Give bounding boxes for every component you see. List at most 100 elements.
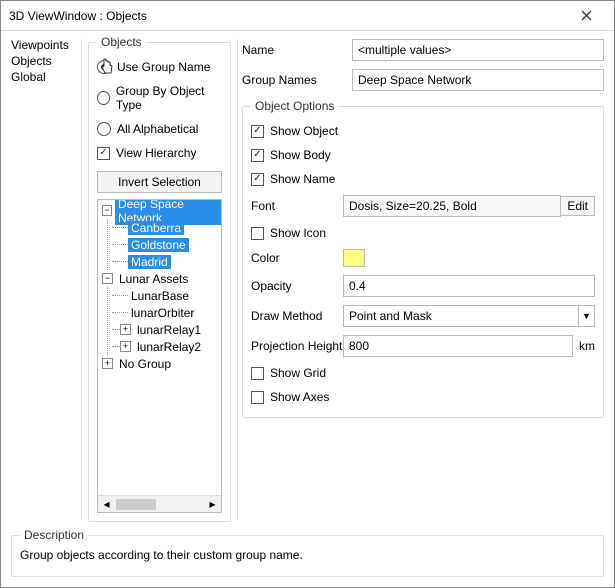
radio-use-group-name-label: Use Group Name xyxy=(117,60,210,74)
main-row: Viewpoints Objects Global Objects Use Gr… xyxy=(1,31,614,528)
row-show-grid[interactable]: Show Grid xyxy=(251,361,595,385)
check-show-name[interactable] xyxy=(251,173,264,186)
label-show-axes: Show Axes xyxy=(270,390,329,404)
radio-all-alpha-label: All Alphabetical xyxy=(117,122,198,136)
tree-item-madrid[interactable]: Madrid xyxy=(108,253,221,270)
collapse-icon[interactable]: − xyxy=(102,273,113,284)
hand-cursor-icon xyxy=(99,57,115,78)
label-show-name: Show Name xyxy=(270,172,335,186)
tree-item-goldstone[interactable]: Goldstone xyxy=(108,236,221,253)
row-name: Name xyxy=(242,35,604,65)
description-wrap: Description Group objects according to t… xyxy=(1,528,614,587)
description-legend: Description xyxy=(20,528,88,542)
row-color: Color xyxy=(251,245,595,271)
select-draw-method[interactable]: Point and Mask ▼ xyxy=(343,305,595,327)
label-show-icon: Show Icon xyxy=(270,226,326,240)
input-group-names[interactable] xyxy=(352,69,604,91)
tree-item-lunarrelay2[interactable]: +lunarRelay2 xyxy=(108,338,221,355)
tree-item-lunarorbiter[interactable]: lunarOrbiter xyxy=(108,304,221,321)
label-group-names: Group Names xyxy=(242,73,352,87)
close-icon xyxy=(581,10,592,21)
font-edit-button[interactable]: Edit xyxy=(560,196,595,216)
left-nav: Viewpoints Objects Global xyxy=(1,31,81,528)
label-projection-height: Projection Height xyxy=(251,339,343,353)
objects-fieldset: Objects Use Group Name Group By Object T… xyxy=(88,35,231,522)
input-name[interactable] xyxy=(352,39,604,61)
row-projection-height: Projection Height km xyxy=(251,331,595,361)
nav-global[interactable]: Global xyxy=(5,69,77,85)
tree-label-no-group[interactable]: No Group xyxy=(116,357,174,371)
tree-item-lunarrelay1[interactable]: +lunarRelay1 xyxy=(108,321,221,338)
expand-icon[interactable]: + xyxy=(102,358,113,369)
input-opacity[interactable] xyxy=(343,275,595,297)
invert-selection-button[interactable]: Invert Selection xyxy=(97,171,222,193)
check-show-body[interactable] xyxy=(251,149,264,162)
radio-use-group-name-row[interactable]: Use Group Name xyxy=(97,55,222,79)
tree-label-lunarrelay2[interactable]: lunarRelay2 xyxy=(134,340,204,354)
tree-label-lunarrelay1[interactable]: lunarRelay1 xyxy=(134,323,204,337)
check-show-grid[interactable] xyxy=(251,367,264,380)
label-projection-height-unit: km xyxy=(579,339,595,353)
check-show-axes[interactable] xyxy=(251,391,264,404)
objects-legend: Objects xyxy=(97,35,146,49)
tree-horizontal-scrollbar[interactable]: ◂ ▸ xyxy=(98,495,221,512)
window-title: 3D ViewWindow : Objects xyxy=(9,9,566,23)
close-button[interactable] xyxy=(566,1,606,30)
tree-group-lunar-assets[interactable]: − Lunar Assets xyxy=(98,270,221,287)
check-show-icon[interactable] xyxy=(251,227,264,240)
dialog-body: Viewpoints Objects Global Objects Use Gr… xyxy=(1,31,614,587)
tree-label-lunarbase[interactable]: LunarBase xyxy=(128,289,192,303)
radio-group-by-type-label: Group By Object Type xyxy=(116,84,222,112)
tree-label-canberra[interactable]: Canberra xyxy=(128,221,184,235)
objects-column: Objects Use Group Name Group By Object T… xyxy=(82,31,237,528)
row-show-name[interactable]: Show Name xyxy=(251,167,595,191)
dialog-window: 3D ViewWindow : Objects Viewpoints Objec… xyxy=(0,0,615,588)
check-view-hierarchy[interactable] xyxy=(97,147,110,160)
label-color: Color xyxy=(251,251,343,265)
row-group-names: Group Names xyxy=(242,65,604,95)
row-show-object[interactable]: Show Object xyxy=(251,119,595,143)
object-options-fieldset: Object Options Show Object Show Body Sho… xyxy=(242,99,604,418)
tree-label-lunarorbiter[interactable]: lunarOrbiter xyxy=(128,306,197,320)
radio-group-by-type-row[interactable]: Group By Object Type xyxy=(97,79,222,117)
tree-label-goldstone[interactable]: Goldstone xyxy=(128,238,189,252)
nav-viewpoints[interactable]: Viewpoints xyxy=(5,37,77,53)
row-show-axes[interactable]: Show Axes xyxy=(251,385,595,409)
label-show-object: Show Object xyxy=(270,124,338,138)
description-fieldset: Description Group objects according to t… xyxy=(11,528,604,577)
check-view-hierarchy-row[interactable]: View Hierarchy xyxy=(97,141,222,165)
dropdown-arrow-icon: ▼ xyxy=(578,306,594,326)
check-show-object[interactable] xyxy=(251,125,264,138)
collapse-icon[interactable]: − xyxy=(102,205,112,216)
radio-all-alpha-row[interactable]: All Alphabetical xyxy=(97,117,222,141)
tree-container: − Deep Space Network Canberra Goldstone … xyxy=(97,199,222,513)
radio-all-alpha[interactable] xyxy=(97,122,111,136)
row-show-icon[interactable]: Show Icon xyxy=(251,221,595,245)
label-name: Name xyxy=(242,43,352,57)
scroll-thumb[interactable] xyxy=(116,499,156,510)
input-projection-height[interactable] xyxy=(343,335,573,357)
input-font xyxy=(343,195,561,217)
nav-objects[interactable]: Objects xyxy=(5,53,77,69)
tree-label-lunar-assets[interactable]: Lunar Assets xyxy=(116,272,191,286)
check-view-hierarchy-label: View Hierarchy xyxy=(116,146,196,160)
expand-icon[interactable]: + xyxy=(120,341,131,352)
scroll-left-arrow-icon[interactable]: ◂ xyxy=(98,496,115,512)
tree-item-lunarbase[interactable]: LunarBase xyxy=(108,287,221,304)
row-opacity: Opacity xyxy=(251,271,595,301)
radio-group-by-type[interactable] xyxy=(97,91,110,105)
expand-icon[interactable]: + xyxy=(120,324,131,335)
label-show-body: Show Body xyxy=(270,148,331,162)
label-opacity: Opacity xyxy=(251,279,343,293)
tree-group-no-group[interactable]: + No Group xyxy=(98,355,221,372)
tree-group-deep-space[interactable]: − Deep Space Network xyxy=(98,202,221,219)
color-swatch[interactable] xyxy=(343,249,365,267)
object-tree[interactable]: − Deep Space Network Canberra Goldstone … xyxy=(98,200,221,495)
tree-label-madrid[interactable]: Madrid xyxy=(128,255,171,269)
row-draw-method: Draw Method Point and Mask ▼ xyxy=(251,301,595,331)
select-draw-method-value: Point and Mask xyxy=(349,309,578,323)
row-show-body[interactable]: Show Body xyxy=(251,143,595,167)
description-text: Group objects according to their custom … xyxy=(20,548,595,562)
scroll-right-arrow-icon[interactable]: ▸ xyxy=(204,496,221,512)
object-options-legend: Object Options xyxy=(251,99,338,113)
